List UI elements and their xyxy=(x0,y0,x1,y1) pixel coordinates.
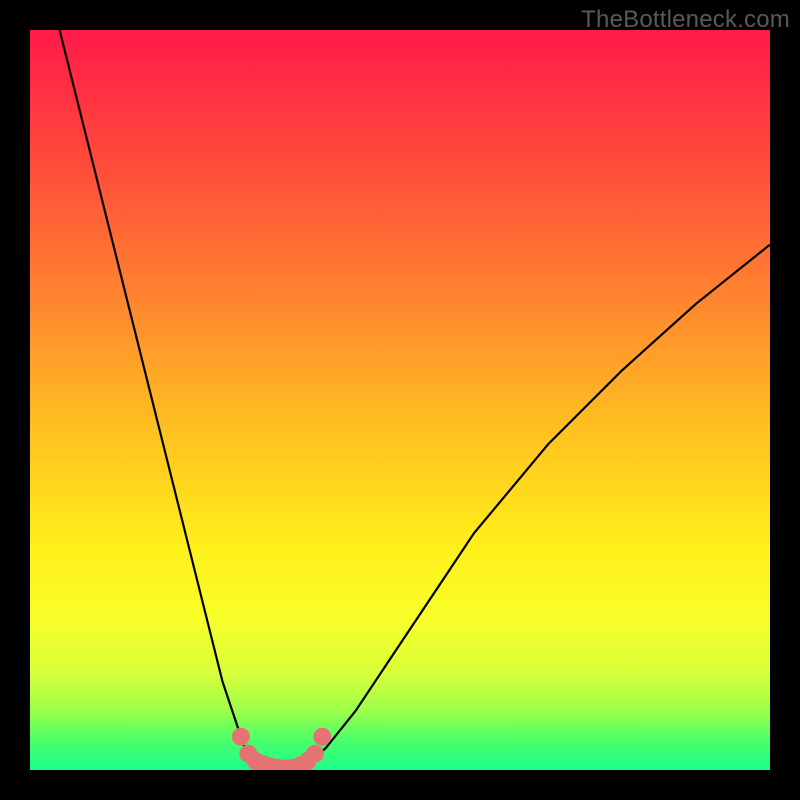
plot-area xyxy=(30,30,770,770)
bottleneck-curve xyxy=(30,30,770,770)
valley-marker xyxy=(306,745,324,763)
valley-marker xyxy=(313,728,331,746)
watermark-text: TheBottleneck.com xyxy=(581,6,790,34)
valley-marker xyxy=(232,728,250,746)
chart-frame: TheBottleneck.com xyxy=(0,0,800,800)
valley-markers xyxy=(232,728,331,770)
